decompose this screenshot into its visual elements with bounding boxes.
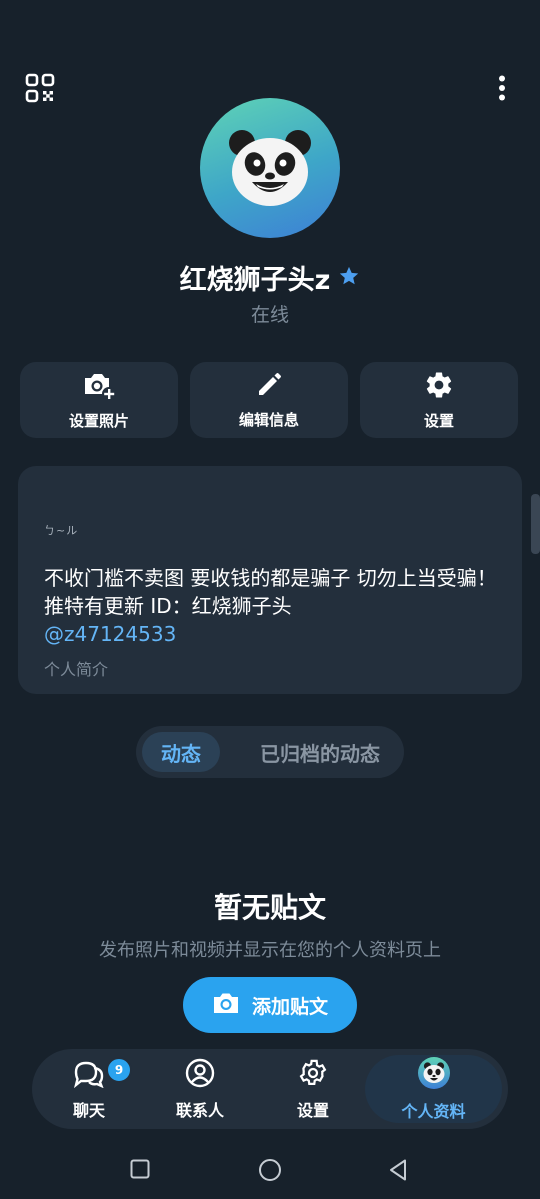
avatar[interactable] [200, 98, 340, 238]
bio-body: 不收门槛不卖图 要收钱的都是骗子 切勿上当受骗！推特有更新 ID：红烧狮子头 [44, 566, 497, 618]
settings-button[interactable]: 设置 [360, 362, 518, 438]
chat-bubbles-icon [72, 1058, 106, 1092]
bottom-nav: 聊天 9 联系人 设置 个人资料 [32, 1049, 508, 1129]
pencil-icon [255, 371, 283, 403]
nav-label-chats: 聊天 [72, 1100, 105, 1120]
user-circle-icon [185, 1058, 215, 1092]
empty-state-title: 暂无贴文 [213, 891, 326, 924]
set-photo-button[interactable]: 设置照片 [20, 362, 178, 438]
star-icon [338, 265, 360, 291]
recents-square-icon[interactable] [130, 1159, 150, 1183]
edit-info-label: 编辑信息 [238, 410, 299, 429]
nav-item-chats[interactable]: 聊天 9 [44, 1049, 134, 1129]
profile-avatar-icon [417, 1056, 450, 1093]
tab-posts[interactable]: 动态 [142, 732, 220, 772]
nav-label-settings: 设置 [296, 1100, 329, 1120]
system-nav-bar [0, 1140, 540, 1199]
gear-outline-icon [298, 1058, 328, 1092]
bio-handle: ㄅ~ル [44, 524, 79, 537]
online-status: 在线 [250, 304, 289, 326]
camera-icon [212, 991, 240, 1020]
more-vertical-icon[interactable] [482, 68, 522, 108]
add-post-button[interactable]: 添加贴文 [183, 977, 357, 1033]
scrollbar-thumb[interactable] [531, 494, 540, 554]
unread-badge: 9 [106, 1057, 132, 1083]
bio-mention-link[interactable]: @z47124533 [44, 622, 176, 646]
profile-name: 红烧狮子头z [179, 265, 331, 296]
nav-label-profile: 个人资料 [401, 1101, 466, 1121]
nav-item-profile[interactable]: 个人资料 [365, 1049, 502, 1129]
bio-text: 不收门槛不卖图 要收钱的都是骗子 切勿上当受骗！推特有更新 ID：红烧狮子头 @… [44, 564, 504, 648]
gear-icon [424, 370, 454, 404]
home-circle-icon[interactable] [258, 1158, 282, 1186]
nav-item-settings[interactable]: 设置 [268, 1049, 358, 1129]
edit-info-button[interactable]: 编辑信息 [190, 362, 348, 438]
panda-face-icon [229, 130, 311, 206]
empty-state-subtitle: 发布照片和视频并显示在您的个人资料页上 [99, 940, 441, 961]
nav-item-contacts[interactable]: 联系人 [154, 1049, 246, 1129]
add-post-label: 添加贴文 [251, 995, 328, 1018]
posts-tabs: 动态 已归档的动态 [136, 726, 404, 778]
qr-code-icon[interactable] [20, 68, 60, 108]
nav-label-contacts: 联系人 [175, 1100, 224, 1120]
profile-name-row: 红烧狮子头z [0, 258, 540, 297]
set-photo-label: 设置照片 [68, 411, 129, 430]
settings-label: 设置 [423, 411, 454, 430]
back-triangle-icon[interactable] [388, 1158, 408, 1186]
tab-archived-posts[interactable]: 已归档的动态 [240, 732, 400, 772]
bio-label: 个人简介 [44, 660, 109, 679]
add-photo-icon [82, 370, 116, 404]
